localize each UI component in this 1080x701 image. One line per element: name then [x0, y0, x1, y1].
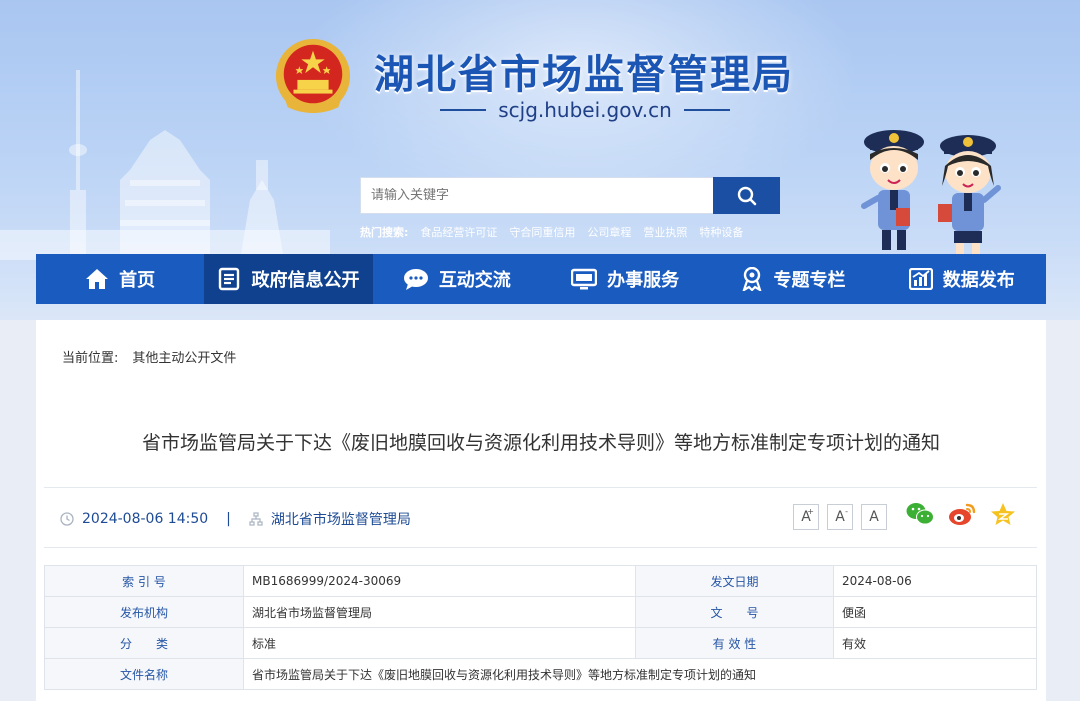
nav-item-interaction[interactable]: 互动交流: [373, 254, 541, 304]
font-reset-label: A: [869, 509, 879, 525]
search-box: [360, 177, 714, 214]
nav-item-gov-info[interactable]: 政府信息公开: [204, 254, 373, 304]
hot-search-label: 热门搜索:: [360, 226, 409, 239]
hot-search-bar: 热门搜索: 食品经营许可证 守合同重信用 公司章程 营业执照 特种设备: [360, 224, 743, 240]
table-row: 发布机构 湖北省市场监督管理局 文 号 便函: [44, 596, 1037, 628]
article-meta: 2024-08-06 14:50 | 湖北省市场监督管理局: [60, 509, 411, 529]
table-label: 分 类: [44, 627, 244, 659]
wechat-icon[interactable]: [906, 502, 934, 526]
nav-item-home[interactable]: 首页: [36, 254, 204, 304]
share-bar: [906, 502, 1016, 526]
publisher-source: 湖北省市场监督管理局: [270, 512, 411, 528]
nav-label: 办事服务: [607, 270, 680, 291]
table-value: MB1686999/2024-30069: [243, 565, 636, 597]
table-label: 索 引 号: [44, 565, 244, 597]
table-label: 文 号: [635, 596, 834, 628]
search-input[interactable]: [371, 188, 713, 203]
nav-label: 数据发布: [942, 270, 1015, 291]
chat-icon: [403, 269, 428, 290]
nav-label: 专题专栏: [773, 270, 846, 291]
document-icon: [219, 267, 240, 291]
publish-datetime: 2024-08-06 14:50: [82, 511, 209, 527]
badge-icon: [742, 267, 762, 291]
nav-item-topics[interactable]: 专题专栏: [709, 254, 877, 304]
nav-label: 首页: [119, 270, 156, 291]
table-value: 湖北省市场监督管理局: [243, 596, 636, 628]
breadcrumb-prefix: 当前位置:: [62, 351, 119, 366]
site-url[interactable]: scjg.hubei.gov.cn: [498, 98, 672, 122]
font-increase-button[interactable]: A +: [793, 504, 819, 530]
table-value: 有效: [833, 627, 1037, 659]
search-icon: [737, 186, 756, 205]
font-decrease-label: A: [835, 509, 845, 525]
hot-search-link[interactable]: 食品经营许可证: [420, 224, 497, 240]
hot-search-link[interactable]: 特种设备: [699, 224, 743, 240]
home-icon: [86, 269, 109, 289]
table-value: 标准: [243, 627, 636, 659]
monitor-icon: [571, 268, 598, 290]
article-title: 省市场监管局关于下达《废旧地膜回收与资源化利用技术导则》等地方标准制定专项计划的…: [141, 432, 940, 454]
table-value: 省市场监管局关于下达《废旧地膜回收与资源化利用技术导则》等地方标准制定专项计划的…: [243, 658, 1037, 690]
breadcrumb: 当前位置: 其他主动公开文件: [62, 347, 236, 366]
search-button[interactable]: [713, 177, 780, 214]
document-info-table: 索 引 号 MB1686999/2024-30069 发文日期 2024-08-…: [44, 565, 1037, 690]
font-reset-button[interactable]: A: [861, 504, 887, 530]
nav-item-services[interactable]: 办事服务: [541, 254, 709, 304]
font-size-controls: A + A- A: [793, 504, 887, 530]
table-label: 有 效 性: [635, 627, 834, 659]
hot-search-link[interactable]: 营业执照: [643, 224, 687, 240]
site-url-row: scjg.hubei.gov.cn: [440, 98, 731, 122]
table-row: 文件名称 省市场监管局关于下达《废旧地膜回收与资源化利用技术导则》等地方标准制定…: [44, 658, 1037, 690]
table-value: 2024-08-06: [833, 565, 1037, 597]
table-row: 分 类 标准 有 效 性 有效: [44, 627, 1037, 659]
clock-icon: [60, 512, 74, 526]
mascot-illustration: [861, 130, 1001, 255]
meta-separator: |: [226, 511, 231, 527]
national-emblem-icon: [275, 38, 351, 114]
weibo-icon[interactable]: [948, 502, 976, 526]
nav-item-data[interactable]: 数据发布: [878, 254, 1046, 304]
main-nav: 首页 政府信息公开 互动交流 办事服务 专题专栏 数据发布: [36, 254, 1046, 304]
hot-search-link[interactable]: 公司章程: [587, 224, 631, 240]
hot-search-link[interactable]: 守合同重信用: [509, 224, 575, 240]
url-divider-right: [683, 109, 731, 111]
org-icon: [249, 512, 263, 526]
chart-icon: [908, 268, 933, 290]
breadcrumb-current[interactable]: 其他主动公开文件: [132, 347, 236, 366]
table-label: 文件名称: [44, 658, 244, 690]
qzone-star-icon[interactable]: [990, 502, 1016, 526]
table-label: 发文日期: [635, 565, 834, 597]
nav-label: 互动交流: [438, 270, 511, 291]
table-value: 便函: [833, 596, 1037, 628]
url-divider-left: [440, 109, 487, 111]
table-label: 发布机构: [44, 596, 244, 628]
table-row: 索 引 号 MB1686999/2024-30069 发文日期 2024-08-…: [44, 565, 1037, 597]
font-decrease-button[interactable]: A-: [827, 504, 853, 530]
nav-label: 政府信息公开: [251, 270, 360, 291]
site-title: 湖北省市场监督管理局: [374, 52, 794, 98]
